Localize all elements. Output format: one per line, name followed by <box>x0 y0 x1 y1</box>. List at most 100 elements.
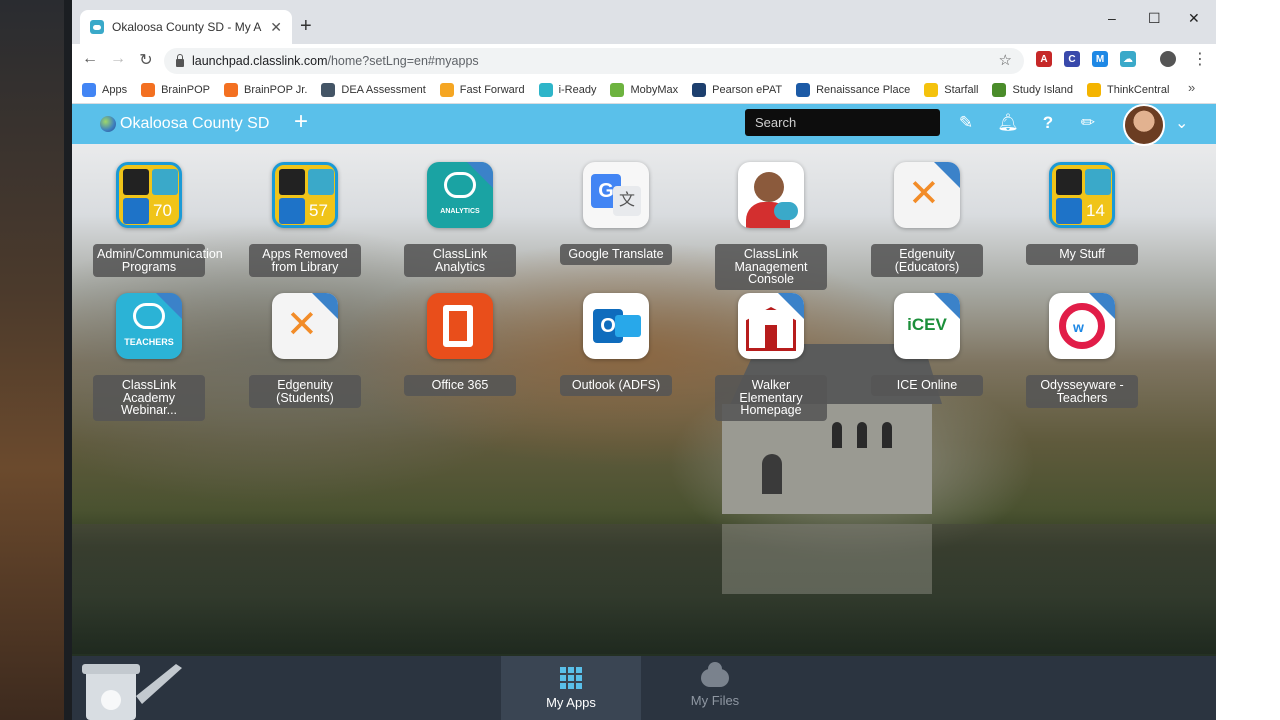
app-tile-label[interactable]: Edgenuity (Students) <box>249 375 361 408</box>
app-tile[interactable]: O Outlook (ADFS) <box>560 293 672 396</box>
bookmark-item[interactable]: Pearson ePAT <box>692 82 782 97</box>
browser-tab[interactable]: Okaloosa County SD - My Apps ✕ <box>80 10 292 44</box>
app-tile-label[interactable]: Admin/Communication Programs <box>93 244 223 277</box>
url-text: launchpad.classlink.com/home?setLng=en#m… <box>192 54 479 68</box>
app-tile-label[interactable]: Office 365 <box>404 375 516 396</box>
sso-key-icon <box>312 293 338 319</box>
app-tile-label[interactable]: ClassLink Academy Webinar... <box>93 375 205 421</box>
bookmarks-bar: Apps BrainPOP BrainPOP Jr. DEA Assessment Fa… <box>72 76 1216 104</box>
app-tile-label[interactable]: Apps Removed from Library <box>249 244 361 277</box>
app-tile[interactable]: 14 My Stuff <box>1026 162 1138 265</box>
new-tab-button[interactable]: + <box>300 16 312 36</box>
bookmark-item[interactable]: Study Island <box>992 82 1073 97</box>
pencil-icon[interactable]: ✏︎ <box>1077 112 1099 134</box>
classlink-extension-icon[interactable]: ☁ <box>1120 51 1136 67</box>
edgenuity-icon[interactable]: ✕ <box>894 162 960 228</box>
bookmark-item[interactable]: BrainPOP Jr. <box>224 82 308 97</box>
classlink-teachers-icon[interactable]: TEACHERS <box>116 293 182 359</box>
app-tile-label[interactable]: Odysseyware - Teachers <box>1026 375 1138 408</box>
apps-grid-icon <box>82 82 96 97</box>
help-icon[interactable]: ? <box>1037 112 1059 134</box>
edit-note-icon[interactable]: ✎ <box>955 112 977 134</box>
bookmark-item[interactable]: ThinkCentral <box>1087 82 1170 97</box>
app-tile[interactable]: Office 365 <box>404 293 516 396</box>
bookmark-item[interactable]: Apps <box>82 82 128 97</box>
bookmark-label: Apps <box>102 83 128 96</box>
app-tile[interactable]: ✕ Edgenuity (Students) <box>249 293 361 408</box>
bookmark-item[interactable]: i-Ready <box>538 82 597 97</box>
bookmark-star-icon[interactable]: ☆ <box>999 51 1012 69</box>
search-input[interactable] <box>745 109 940 136</box>
address-bar[interactable]: launchpad.classlink.com/home?setLng=en#m… <box>164 48 1024 74</box>
bookmark-label: i-Ready <box>558 83 597 96</box>
m-extension-icon[interactable]: M <box>1092 51 1108 67</box>
forward-arrow-icon[interactable]: → <box>108 50 128 68</box>
bookmark-item[interactable]: MobyMax <box>610 82 679 97</box>
maximize-button[interactable]: ☐ <box>1148 10 1161 27</box>
bookmark-favicon-icon <box>538 82 553 97</box>
app-tile-label[interactable]: Edgenuity (Educators) <box>871 244 983 277</box>
app-tile-label[interactable]: Google Translate <box>560 244 672 265</box>
management-console-icon[interactable] <box>738 162 804 228</box>
edgenuity-icon[interactable]: ✕ <box>272 293 338 359</box>
tab-title: Okaloosa County SD - My Apps <box>112 20 262 34</box>
browser-menu-icon[interactable]: ⋮ <box>1192 49 1208 69</box>
bookmark-item[interactable]: Starfall <box>924 82 978 97</box>
sso-key-icon <box>934 162 960 188</box>
sso-key-icon <box>467 162 493 188</box>
bell-icon[interactable]: 🔔︎ <box>997 112 1019 134</box>
app-tile[interactable]: iCEV ICE Online <box>871 293 983 396</box>
my-files-tab[interactable]: My Files <box>645 656 785 720</box>
app-tile[interactable]: ClassLink Management Console <box>715 162 827 290</box>
google-translate-icon[interactable]: G文 <box>583 162 649 228</box>
bookmark-item[interactable]: DEA Assessment <box>321 82 426 97</box>
minimize-button[interactable]: – <box>1108 10 1116 26</box>
bookmark-label: MobyMax <box>630 83 679 96</box>
bookmark-item[interactable]: Fast Forward <box>439 82 525 97</box>
classlink-analytics-icon[interactable]: ANALYTICS <box>427 162 493 228</box>
my-apps-tab[interactable]: My Apps <box>501 656 641 720</box>
back-arrow-icon[interactable]: ← <box>80 50 100 68</box>
acrobat-extension-icon[interactable]: A <box>1036 51 1052 67</box>
folder-icon[interactable]: 14 <box>1049 162 1115 228</box>
odysseyware-icon[interactable]: w <box>1049 293 1115 359</box>
add-app-button[interactable]: + <box>294 110 308 134</box>
app-tile[interactable]: ✕ Edgenuity (Educators) <box>871 162 983 277</box>
app-tile[interactable]: 57 Apps Removed from Library <box>249 162 361 277</box>
folder-icon[interactable]: 57 <box>272 162 338 228</box>
app-tile[interactable]: ANALYTICS ClassLink Analytics <box>404 162 516 277</box>
chevron-down-icon[interactable]: ⌄ <box>1175 113 1188 133</box>
bookmarks-overflow-icon[interactable]: » <box>1188 80 1195 95</box>
reload-icon[interactable]: ↻ <box>136 50 156 70</box>
tab-close-icon[interactable]: ✕ <box>270 19 282 36</box>
org-name: Okaloosa County SD <box>120 115 270 132</box>
app-tile[interactable]: Walker Elementary Homepage <box>715 293 827 421</box>
bookmark-item[interactable]: Renaissance Place <box>796 82 910 97</box>
bookmark-item[interactable]: BrainPOP <box>141 82 210 97</box>
c-extension-icon[interactable]: C <box>1064 51 1080 67</box>
profile-icon[interactable] <box>1160 51 1176 67</box>
icev-icon[interactable]: iCEV <box>894 293 960 359</box>
app-tile[interactable]: w Odysseyware - Teachers <box>1026 293 1138 408</box>
avatar[interactable] <box>1123 104 1165 146</box>
bookmark-label: ThinkCentral <box>1107 83 1170 96</box>
app-tile-label[interactable]: Walker Elementary Homepage <box>715 375 827 421</box>
app-tile-label[interactable]: ICE Online <box>871 375 983 396</box>
bookmark-label: BrainPOP Jr. <box>244 83 308 96</box>
app-tile-label[interactable]: ClassLink Analytics <box>404 244 516 277</box>
folder-count-badge: 70 <box>153 201 172 220</box>
app-tile-label[interactable]: ClassLink Management Console <box>715 244 827 290</box>
office-365-icon[interactable] <box>427 293 493 359</box>
bookmark-label: BrainPOP <box>161 83 210 96</box>
lake-reflection <box>72 524 1216 654</box>
outlook-icon[interactable]: O <box>583 293 649 359</box>
school-icon[interactable] <box>738 293 804 359</box>
app-tile-label[interactable]: My Stuff <box>1026 244 1138 265</box>
app-tile[interactable]: TEACHERS ClassLink Academy Webinar... <box>93 293 205 421</box>
app-tile[interactable]: 70 Admin/Communication Programs <box>93 162 223 277</box>
app-tile[interactable]: G 文 Google Translate <box>560 162 672 265</box>
bookmark-label: Fast Forward <box>459 83 525 96</box>
close-window-button[interactable]: ✕ <box>1188 10 1200 27</box>
folder-icon[interactable]: 70 <box>116 162 182 228</box>
app-tile-label[interactable]: Outlook (ADFS) <box>560 375 672 396</box>
